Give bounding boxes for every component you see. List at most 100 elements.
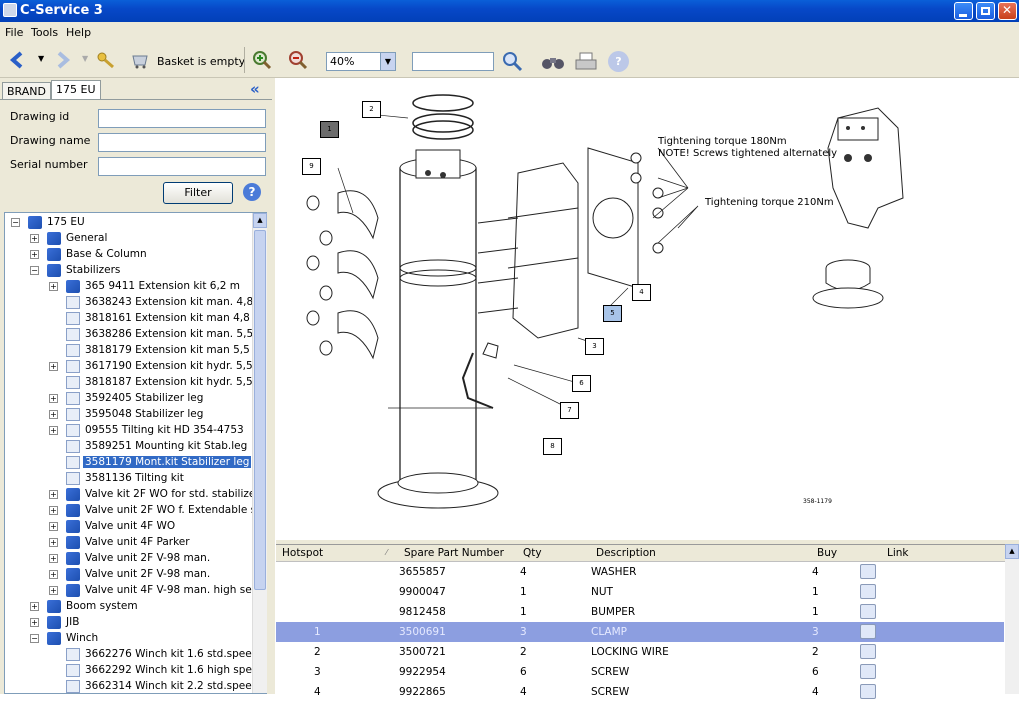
col-hotspot[interactable]: Hotspot — [282, 547, 323, 559]
tree-item[interactable]: +3595048 Stabilizer leg — [5, 407, 253, 423]
expand-icon[interactable]: + — [49, 426, 58, 435]
callout-8[interactable]: 8 — [543, 438, 562, 455]
basket-icon[interactable] — [130, 50, 150, 70]
drawing-name-field[interactable] — [98, 133, 266, 152]
collapse-icon[interactable]: − — [30, 266, 39, 275]
help-icon[interactable]: ? — [243, 183, 261, 201]
table-row[interactable]: 9812458 1 BUMPER 1 — [276, 602, 1004, 622]
expand-icon[interactable]: + — [49, 554, 58, 563]
callout-6[interactable]: 6 — [572, 375, 591, 392]
print-icon[interactable] — [574, 51, 598, 73]
chevron-down-icon[interactable]: ▼ — [380, 53, 395, 70]
add-to-basket-icon[interactable] — [860, 564, 876, 579]
tree-item[interactable]: + Valve unit 2F V-98 man. — [5, 567, 253, 583]
tree-item[interactable]: 3638286 Extension kit man. 5,5 m — [5, 327, 266, 343]
minimize-button[interactable] — [954, 2, 973, 20]
menu-tools[interactable]: Tools — [31, 26, 58, 39]
add-to-basket-icon[interactable] — [860, 584, 876, 599]
tree-item[interactable]: 3662314 Winch kit 2.2 std.speed — [5, 679, 258, 693]
drawing-id-field[interactable] — [98, 109, 266, 128]
tree-item[interactable]: +3592405 Stabilizer leg — [5, 391, 253, 407]
tree-scrollbar[interactable]: ▲ — [252, 213, 267, 693]
tree-item[interactable]: 3589251 Mounting kit Stab.leg — [5, 439, 253, 455]
zoom-select[interactable]: 40% ▼ — [326, 52, 396, 71]
expand-icon[interactable]: + — [30, 618, 39, 627]
back-icon[interactable] — [8, 50, 28, 70]
expand-icon[interactable]: + — [49, 570, 58, 579]
expand-icon[interactable]: + — [49, 586, 58, 595]
tree-item[interactable]: +09555 Tilting kit HD 354-4753 — [5, 423, 253, 439]
col-description[interactable]: Description — [596, 547, 656, 559]
binoculars-icon[interactable] — [541, 52, 565, 72]
expand-icon[interactable]: + — [49, 506, 58, 515]
table-row[interactable]: 4 9922865 4 SCREW 4 — [276, 682, 1004, 702]
expand-icon[interactable]: + — [49, 394, 58, 403]
callout-9[interactable]: 9 — [302, 158, 321, 175]
expand-icon[interactable]: + — [49, 490, 58, 499]
expand-icon[interactable]: + — [30, 234, 39, 243]
col-qty[interactable]: Qty — [523, 547, 542, 559]
col-link[interactable]: Link — [887, 547, 909, 559]
expand-icon[interactable]: + — [30, 250, 39, 259]
tab-175-eu[interactable]: 175 EU — [51, 80, 101, 100]
tree-item[interactable]: 3662276 Winch kit 1.6 std.speed — [5, 647, 258, 663]
callout-7[interactable]: 7 — [560, 402, 579, 419]
tree-item[interactable]: + Valve unit 2F V-98 man. — [5, 551, 253, 567]
tree-item[interactable]: +3617190 Extension kit hydr. 5,5 m — [5, 359, 266, 375]
zoom-out-icon[interactable] — [288, 50, 308, 70]
tree-item[interactable]: + Valve kit 2F WO for std. stabilizer — [5, 487, 260, 503]
help-icon[interactable]: ? — [608, 51, 629, 72]
callout-3[interactable]: 3 — [585, 338, 604, 355]
search-icon[interactable] — [500, 50, 524, 72]
table-scrollbar[interactable]: ▲ — [1005, 544, 1019, 694]
tree-item[interactable]: 3581136 Tilting kit — [5, 471, 253, 487]
zoom-in-icon[interactable] — [252, 50, 272, 70]
tree-item[interactable]: − Stabilizers — [5, 263, 253, 279]
add-to-basket-icon[interactable] — [860, 684, 876, 699]
filter-button[interactable]: Filter — [163, 182, 233, 204]
restore-button[interactable] — [976, 2, 995, 20]
expand-icon[interactable]: + — [49, 522, 58, 531]
tree-item[interactable]: + Valve unit 2F WO f. Extendable sta — [5, 503, 266, 519]
forward-icon[interactable] — [52, 50, 72, 70]
back-dropdown-icon[interactable]: ▼ — [38, 54, 44, 63]
add-to-basket-icon[interactable] — [860, 664, 876, 679]
expand-icon[interactable]: + — [49, 282, 58, 291]
tree-item[interactable]: 3818187 Extension kit hydr. 5,5 m — [5, 375, 266, 391]
tree-item[interactable]: + Boom system — [5, 599, 253, 615]
menu-file[interactable]: File — [5, 26, 23, 39]
add-to-basket-icon[interactable] — [860, 604, 876, 619]
expand-icon[interactable]: + — [49, 410, 58, 419]
forward-dropdown-icon[interactable]: ▼ — [82, 54, 88, 63]
serial-number-field[interactable] — [98, 157, 266, 176]
collapse-icon[interactable]: − — [30, 634, 39, 643]
col-buy[interactable]: Buy — [817, 547, 837, 559]
collapse-icon[interactable]: − — [11, 218, 20, 227]
tree-item[interactable]: + Valve unit 4F V-98 man. high seat — [5, 583, 262, 599]
search-input[interactable] — [412, 52, 494, 71]
table-row[interactable]: 2 3500721 2 LOCKING WIRE 2 — [276, 642, 1004, 662]
callout-5[interactable]: 5 — [603, 305, 622, 322]
expand-icon[interactable]: + — [30, 602, 39, 611]
table-row[interactable]: 3 9922954 6 SCREW 6 — [276, 662, 1004, 682]
expand-icon[interactable]: + — [49, 538, 58, 547]
table-row[interactable]: 1 3500691 3 CLAMP 3 — [276, 622, 1004, 642]
tree-item[interactable]: 3818179 Extension kit man 5,5 m A — [5, 343, 266, 359]
tab-brand[interactable]: BRAND — [2, 82, 51, 100]
table-row[interactable]: 3655857 4 WASHER 4 — [276, 562, 1004, 582]
tree-item[interactable]: + Base & Column — [5, 247, 253, 263]
tree-item[interactable]: 3581179 Mont.kit Stabilizer leg — [5, 455, 253, 471]
tree-item[interactable]: 3638243 Extension kit man. 4,8 m — [5, 295, 266, 311]
tree-item[interactable]: +365 9411 Extension kit 6,2 m — [5, 279, 253, 295]
close-button[interactable]: ✕ — [998, 2, 1017, 20]
tree-item[interactable]: + Valve unit 4F WO — [5, 519, 253, 535]
add-to-basket-icon[interactable] — [860, 644, 876, 659]
expand-icon[interactable]: + — [49, 362, 58, 371]
tree-item[interactable]: − Winch — [5, 631, 253, 647]
tree-item[interactable]: + General — [5, 231, 253, 247]
key-icon[interactable] — [96, 50, 116, 70]
callout-1[interactable]: 1 — [320, 121, 339, 138]
tree-item[interactable]: + JIB — [5, 615, 253, 631]
collapse-panel-icon[interactable]: « — [250, 80, 260, 98]
tree-item[interactable]: + Valve unit 4F Parker — [5, 535, 253, 551]
